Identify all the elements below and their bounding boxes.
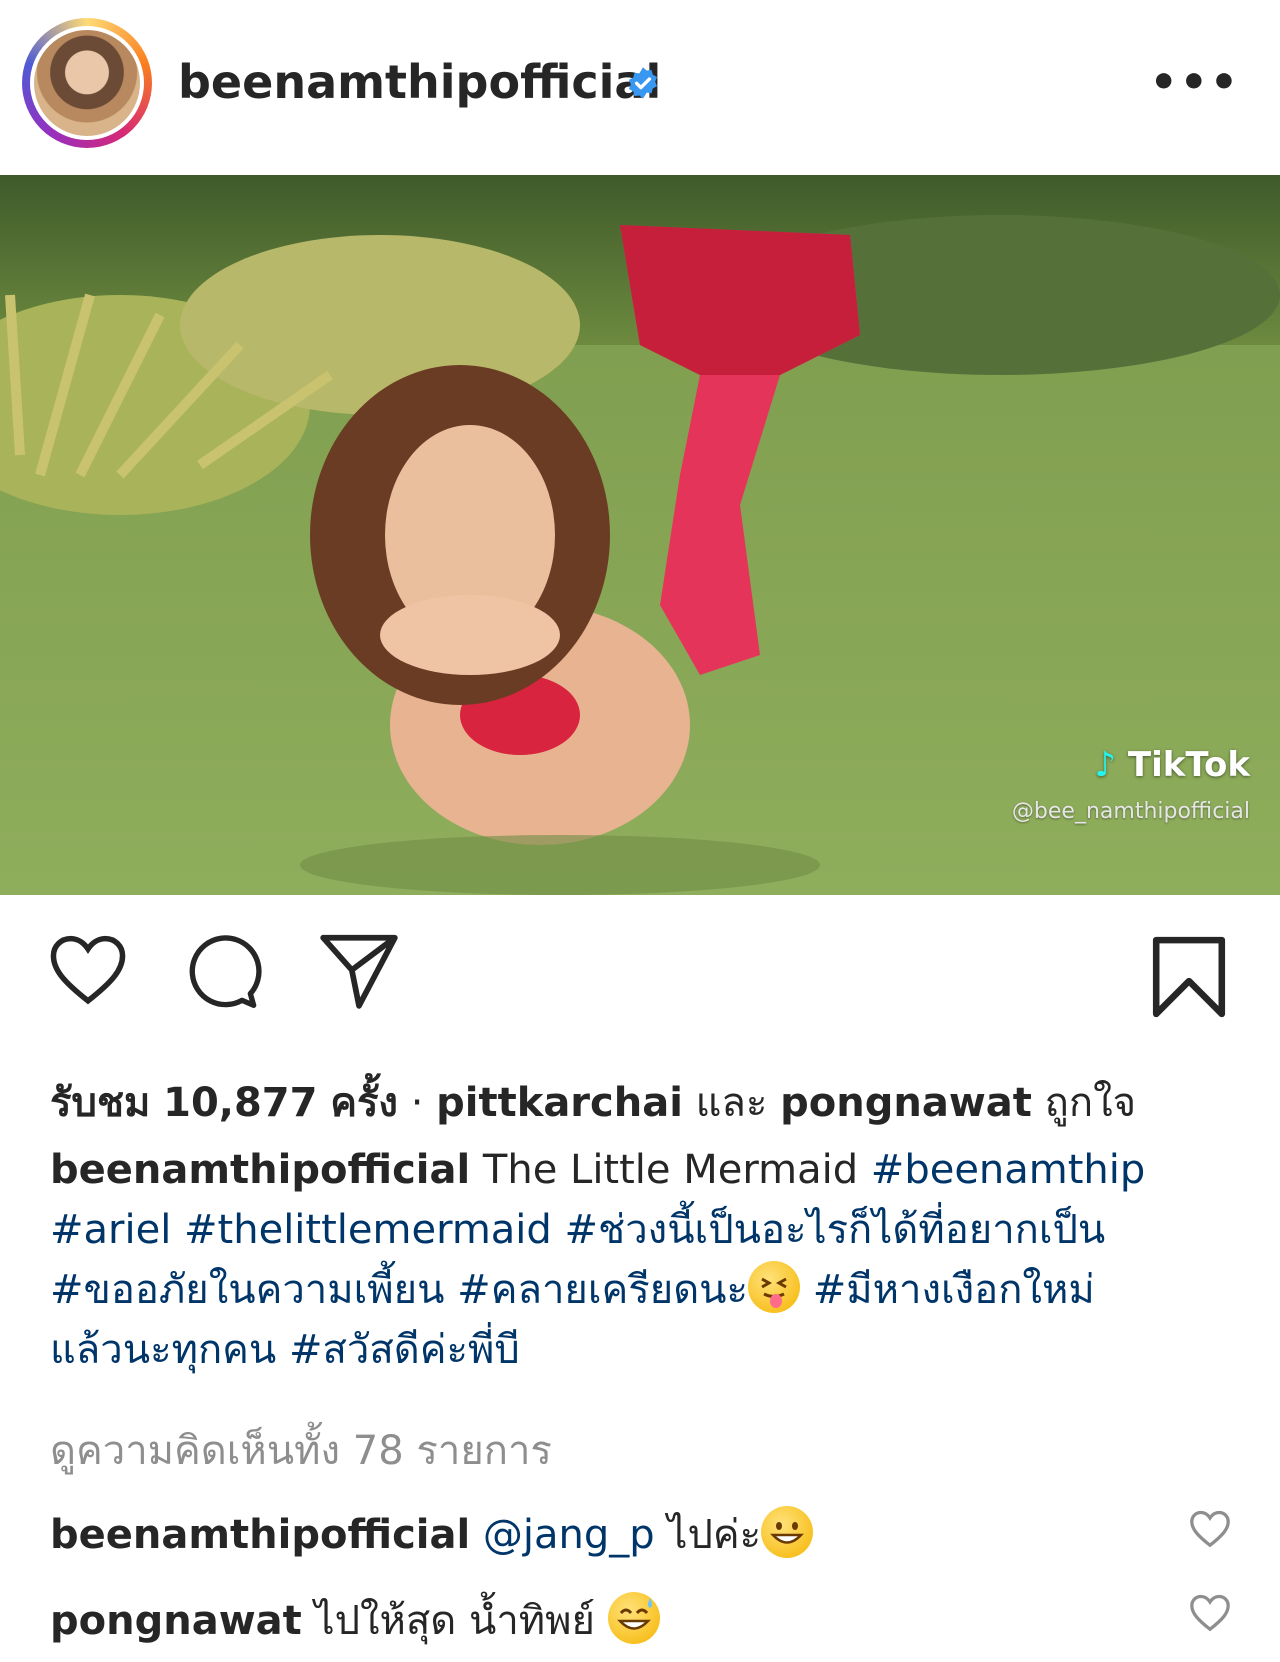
post-author-username[interactable]: beenamthipofficial [178, 55, 661, 109]
post-video[interactable]: ♪ TikTok @bee_namthipofficial [0, 175, 1280, 895]
hashtag-link[interactable]: #ช่วงนี้เป็นอะไรก็ได้ที่อยากเป็น [565, 1207, 1106, 1253]
avatar-image [30, 26, 144, 140]
comment-username[interactable]: beenamthipofficial [50, 1512, 470, 1558]
liked-suffix: ถูกใจ [1044, 1080, 1137, 1126]
post-header: beenamthipofficial ••• [0, 0, 1280, 170]
conjunction-text: และ [695, 1080, 768, 1126]
tiktok-watermark: ♪ TikTok @bee_namthipofficial [1012, 745, 1250, 824]
hashtag-continuation[interactable]: แล้วนะทุกคน [50, 1327, 276, 1373]
comment-mention[interactable]: @jang_p [483, 1512, 655, 1558]
more-options-button[interactable]: ••• [1150, 61, 1240, 105]
caption-username[interactable]: beenamthipofficial [50, 1147, 470, 1193]
liker-username[interactable]: pittkarchai [436, 1080, 683, 1126]
stats-separator: · [410, 1080, 424, 1126]
tongue-out-emoji-icon [748, 1261, 801, 1313]
hashtag-link[interactable]: #มีหางเงือกใหม่ [813, 1267, 1095, 1313]
comment-item: pongnawat ไปให้สุด น้ำทิพย์ [50, 1588, 1150, 1652]
hashtag-link[interactable]: #thelittlemermaid [184, 1207, 552, 1253]
grinning-emoji-icon [761, 1506, 814, 1558]
tiktok-logo-icon: ♪ [1094, 745, 1117, 785]
hashtag-link[interactable]: #คลายเครียดนะ [457, 1267, 748, 1313]
tiktok-brand-label: TikTok [1127, 745, 1250, 785]
paper-plane-icon[interactable] [316, 930, 402, 1010]
view-all-comments-link[interactable]: ดูความคิดเห็นทั้ง 78 รายการ [50, 1418, 552, 1482]
hashtag-link[interactable]: #beenamthip [871, 1147, 1146, 1193]
comment-item: beenamthipofficial @jang_p ไปค่ะ [50, 1502, 1150, 1566]
views-and-likes: รับชม 10,877 ครั้ง · pittkarchai และ pon… [50, 1070, 1136, 1134]
comment-bubble-icon[interactable] [182, 932, 262, 1012]
views-suffix: ครั้ง [330, 1080, 398, 1126]
tiktok-handle-label: @bee_namthipofficial [1011, 799, 1250, 824]
bookmark-icon[interactable] [1152, 936, 1226, 1018]
avatar[interactable] [22, 18, 152, 148]
hashtag-link[interactable]: #สวัสดีค่ะพี่บี [289, 1327, 520, 1373]
comment-text: ไปค่ะ [667, 1512, 762, 1558]
grinning-sweat-emoji-icon [607, 1592, 660, 1644]
comment-username[interactable]: pongnawat [50, 1598, 302, 1644]
hashtag-link[interactable]: #ariel [50, 1207, 171, 1253]
comment-like-heart-icon[interactable] [1188, 1508, 1232, 1548]
views-prefix: รับชม [50, 1080, 151, 1126]
post-caption: beenamthipofficial The Little Mermaid #b… [50, 1140, 1240, 1380]
liker-username[interactable]: pongnawat [780, 1080, 1032, 1126]
verified-badge-icon [628, 67, 658, 99]
hashtag-link[interactable]: #ขออภัยในความเพี้ยน [50, 1267, 444, 1313]
views-count[interactable]: 10,877 [163, 1080, 317, 1126]
comment-text: ไปให้สุด น้ำทิพย์ [314, 1598, 595, 1644]
caption-text: The Little Mermaid [482, 1147, 859, 1193]
post-action-bar [0, 930, 1280, 1030]
heart-icon[interactable] [46, 930, 130, 1006]
comment-like-heart-icon[interactable] [1188, 1592, 1232, 1632]
